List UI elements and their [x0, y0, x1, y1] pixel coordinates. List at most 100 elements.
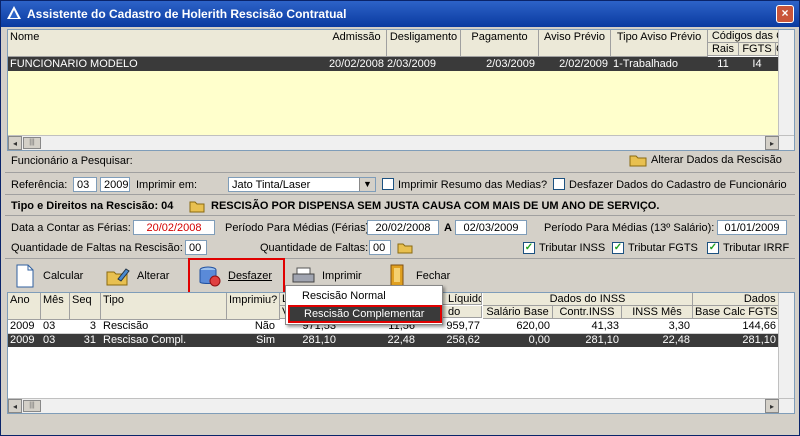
col-header-aviso[interactable]: Aviso Prévio	[539, 30, 611, 57]
col-header-base-calc-fgts[interactable]: Base Calc FGTS	[693, 306, 781, 319]
tributar-irrf-label: Tributar IRRF	[723, 242, 790, 254]
cell-tipo: Rescisao Compl.	[103, 334, 187, 346]
table-row[interactable]: 2009 03 31 Rescisao Compl. Sim 281,10 22…	[8, 334, 779, 347]
periodo-ferias-label: Período Para Médias (Férias):	[225, 222, 373, 234]
col-header-seq[interactable]: Seq	[70, 293, 101, 320]
medias-label: Imprimir Resumo das Medias?	[398, 179, 548, 191]
cell-base-calc-fgts: 281,10	[742, 334, 776, 346]
divider	[5, 194, 795, 195]
col-header-admissao[interactable]: Admissão	[327, 30, 387, 57]
printer-icon	[292, 267, 315, 283]
cell-salario-base: 0,00	[528, 334, 550, 346]
calcular-button[interactable]: Calcular	[15, 261, 95, 291]
medias-checkbox[interactable]	[382, 178, 394, 190]
col-header-contr-inss[interactable]: Contr.INSS	[553, 306, 622, 319]
table-row[interactable]: FUNCIONARIO MODELO 20/02/2008 2/03/2009 …	[8, 57, 779, 71]
horizontal-scrollbar[interactable]: ◂ ||| ▸	[8, 398, 794, 413]
row-rais: 11	[717, 58, 729, 70]
col-header-salario-base[interactable]: Salário Base	[483, 306, 553, 319]
tributar-irrf-checkbox[interactable]: ✓	[707, 242, 719, 254]
periodo-13-input[interactable]: 01/01/2009	[717, 220, 787, 235]
scroll-right-icon[interactable]: ▸	[765, 136, 779, 150]
cell-contr-inss: 281,10	[585, 334, 619, 346]
col-header-desligamento[interactable]: Desligamento	[387, 30, 461, 57]
divider	[5, 215, 795, 216]
row-tipo-aviso: 1-Trabalhado	[613, 58, 679, 70]
printer-select[interactable]: Jato Tinta/Laser ▼	[228, 177, 376, 192]
cell-tipo: Rescisão	[103, 320, 149, 332]
col-header-tipo-aviso[interactable]: Tipo Aviso Prévio	[611, 30, 708, 57]
cell-seq: 31	[83, 334, 96, 346]
col-header-imprimiu[interactable]: Imprimiu?	[227, 293, 280, 320]
vertical-scrollbar[interactable]	[778, 293, 794, 398]
alter-rescisao-button[interactable]: Alterar Dados da Rescisão	[629, 152, 789, 168]
row-pagamento: 2/03/2009	[486, 58, 535, 70]
ferias-label: Data a Contar as Férias:	[11, 222, 131, 234]
alterar-button[interactable]: Alterar	[106, 261, 176, 291]
app-triangle-icon	[7, 6, 21, 19]
faltas-rescisao-label: Quantidade de Faltas na Rescisão:	[11, 242, 183, 254]
cell-mes: 03	[43, 334, 56, 346]
row-nome: FUNCIONARIO MODELO	[10, 58, 138, 70]
edit-folder-icon	[106, 268, 130, 286]
ferias-date-input[interactable]: 20/02/2008	[133, 220, 215, 235]
row-fgts: I4	[752, 58, 762, 70]
tributar-fgts-label: Tributar FGTS	[628, 242, 698, 254]
imprimir-em-label: Imprimir em:	[136, 179, 198, 191]
divider	[5, 172, 795, 173]
alterar-label: Alterar	[137, 270, 170, 282]
folder-icon[interactable]	[189, 199, 205, 213]
chevron-down-icon[interactable]: ▼	[359, 178, 375, 191]
col-header-fgts[interactable]: FGTS	[739, 43, 776, 56]
scroll-thumb[interactable]: |||	[23, 137, 41, 149]
empty-rows-area	[8, 71, 779, 135]
cell-liquido: 258,62	[446, 334, 480, 346]
row-admissao: 20/02/2008	[328, 58, 384, 70]
periodo-ferias-end-input[interactable]: 02/03/2009	[455, 220, 527, 235]
cell-mes: 03	[43, 320, 56, 332]
cell-imprimiu: Sim	[256, 334, 275, 346]
scroll-right-icon[interactable]: ▸	[765, 399, 779, 413]
employee-grid: Nome Admissão Desligamento Pagamento Avi…	[7, 29, 795, 151]
desfazer-dados-checkbox[interactable]	[553, 178, 565, 190]
menu-item-rescisao-normal[interactable]: Rescisão Normal	[288, 287, 440, 305]
col-header-nome[interactable]: Nome	[8, 30, 328, 57]
col-header-inss-mes[interactable]: INSS Mês	[622, 306, 693, 319]
cell-salario-base: 620,00	[516, 320, 550, 332]
cell-base-calc-fgts: 144,66	[742, 320, 776, 332]
cell-ano: 2009	[10, 320, 35, 332]
desfazer-button[interactable]: Desfazer	[198, 261, 278, 291]
col-header-pagamento[interactable]: Pagamento	[461, 30, 539, 57]
tributar-inss-checkbox[interactable]: ✓	[523, 242, 535, 254]
tributar-fgts-checkbox[interactable]: ✓	[612, 242, 624, 254]
desfazer-dados-label: Desfazer Dados do Cadastro de Funcionári…	[569, 179, 787, 191]
referencia-month-input[interactable]: 03	[73, 177, 97, 192]
printer-select-value: Jato Tinta/Laser	[232, 179, 311, 191]
col-header-tipo[interactable]: Tipo	[101, 293, 227, 320]
context-menu: Rescisão Normal Rescisão Complementar	[285, 285, 443, 325]
faltas-rescisao-input[interactable]: 00	[185, 240, 207, 255]
faltas-input[interactable]: 00	[369, 240, 391, 255]
scroll-thumb[interactable]: |||	[23, 400, 41, 412]
menu-item-rescisao-complementar[interactable]: Rescisão Complementar	[288, 305, 442, 323]
vertical-scrollbar[interactable]	[778, 30, 794, 135]
document-icon	[16, 264, 34, 288]
cell-col2: 22,48	[387, 334, 415, 346]
periodo-ferias-start-input[interactable]: 20/02/2008	[367, 220, 439, 235]
tipo-description: RESCISÃO POR DISPENSA SEM JUSTA CAUSA CO…	[211, 200, 660, 212]
scroll-left-icon[interactable]: ◂	[8, 399, 22, 413]
cell-col1: 281,10	[302, 334, 336, 346]
referencia-year-input[interactable]: 2009	[100, 177, 130, 192]
periodo-13-label: Período Para Médias (13º Salário):	[544, 222, 715, 234]
faltas-label: Quantidade de Faltas:	[260, 242, 369, 254]
col-header-mes[interactable]: Mês	[41, 293, 70, 320]
col-header-ano[interactable]: Ano	[8, 293, 41, 320]
scroll-left-icon[interactable]: ◂	[8, 136, 22, 150]
col-header-dados-inss[interactable]: Dados do INSS	[483, 293, 693, 306]
close-button[interactable]: ×	[776, 5, 794, 23]
cell-seq: 3	[89, 320, 96, 332]
folder-icon[interactable]	[397, 241, 413, 254]
col-header-rais[interactable]: Rais	[708, 43, 739, 56]
horizontal-scrollbar[interactable]: ◂ ||| ▸	[8, 135, 794, 150]
a-label: A	[444, 222, 452, 234]
